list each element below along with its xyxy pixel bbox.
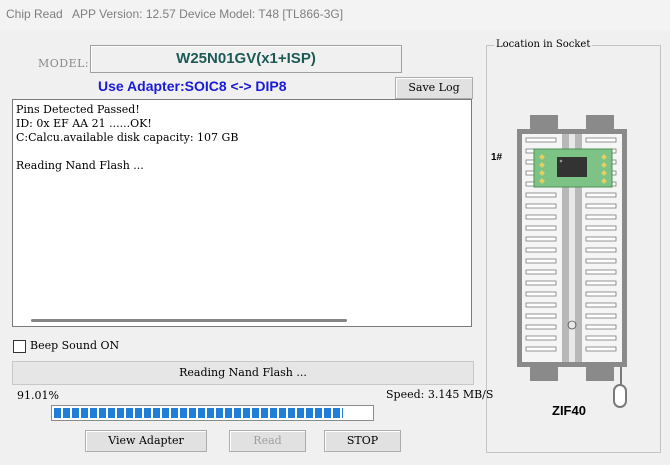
- socket-pin: [585, 324, 617, 330]
- socket-pin: [525, 313, 557, 319]
- socket-pin: [585, 269, 617, 275]
- beep-sound-checkbox[interactable]: [13, 340, 26, 353]
- socket-pin: [585, 335, 617, 341]
- title-bar: Chip Read APP Version: 12.57 Device Mode…: [0, 0, 670, 30]
- model-label: MODEL:: [38, 57, 90, 70]
- socket-pin: [585, 214, 617, 220]
- model-field: W25N01GV(x1+ISP): [90, 45, 402, 73]
- socket-tab: [586, 115, 614, 129]
- socket-pin: [525, 214, 557, 220]
- socket-pin: [525, 225, 557, 231]
- status-message: Reading Nand Flash ...: [12, 361, 474, 385]
- adapter-instruction: Use Adapter:SOIC8 <-> DIP8: [98, 78, 287, 94]
- socket-pin: [525, 291, 557, 297]
- chip-pin1-dot: [559, 159, 563, 163]
- socket-pin: [525, 324, 557, 330]
- read-button[interactable]: Read: [229, 430, 306, 452]
- socket-pin: [525, 192, 557, 198]
- socket-lever-handle: [613, 384, 627, 408]
- socket-pin: [585, 291, 617, 297]
- horizontal-scrollbar[interactable]: [14, 315, 470, 325]
- log-line: Pins Detected Passed!: [16, 103, 140, 116]
- log-line: ID: 0x EF AA 21 ......OK!: [16, 117, 152, 130]
- socket-pin: [585, 247, 617, 253]
- socket-pin: [525, 269, 557, 275]
- beep-sound-label: Beep Sound ON: [30, 339, 120, 352]
- progress-percent: 91.01%: [17, 389, 59, 402]
- log-line: C:Calcu.available disk capacity: 107 GB: [16, 131, 239, 144]
- socket-pin: [585, 137, 617, 143]
- progress-bar: [51, 405, 374, 421]
- socket-pin: [585, 225, 617, 231]
- window-title: Chip Read: [6, 7, 63, 21]
- socket-pin: [585, 236, 617, 242]
- view-adapter-button[interactable]: View Adapter: [85, 430, 207, 452]
- save-log-button[interactable]: Save Log: [395, 77, 473, 99]
- socket-pin: [525, 280, 557, 286]
- socket-tab: [530, 115, 558, 129]
- socket-pin: [525, 137, 557, 143]
- log-output[interactable]: Pins Detected Passed! ID: 0x EF AA 21 ..…: [12, 99, 472, 327]
- zif-label: ZIF40: [552, 403, 586, 418]
- socket-pin: [585, 280, 617, 286]
- socket-pin: [525, 258, 557, 264]
- progress-fill: [54, 408, 343, 418]
- speed-readout: Speed: 3.145 MB/S: [386, 388, 494, 401]
- socket-pin: [585, 192, 617, 198]
- socket-pin: [585, 302, 617, 308]
- socket-pin: [525, 203, 557, 209]
- socket-tab: [530, 367, 558, 381]
- socket-pin: [525, 247, 557, 253]
- log-line: Reading Nand Flash ...: [16, 159, 144, 172]
- socket-pin: [585, 203, 617, 209]
- stop-button[interactable]: STOP: [324, 430, 401, 452]
- version-info: APP Version: 12.57 Device Model: T48 [TL…: [72, 7, 344, 21]
- socket-pin: [585, 346, 617, 352]
- socket-group-title: Location in Socket: [494, 39, 593, 50]
- socket-pin: [585, 258, 617, 264]
- socket-pin: [525, 302, 557, 308]
- socket-pin: [525, 236, 557, 242]
- scrollbar-thumb[interactable]: [31, 319, 347, 322]
- zif-socket-diagram: [517, 115, 627, 408]
- socket-pin: [525, 346, 557, 352]
- model-value: W25N01GV(x1+ISP): [176, 50, 316, 67]
- socket-tab: [586, 367, 614, 381]
- socket-pin: [585, 313, 617, 319]
- socket-pin: [525, 335, 557, 341]
